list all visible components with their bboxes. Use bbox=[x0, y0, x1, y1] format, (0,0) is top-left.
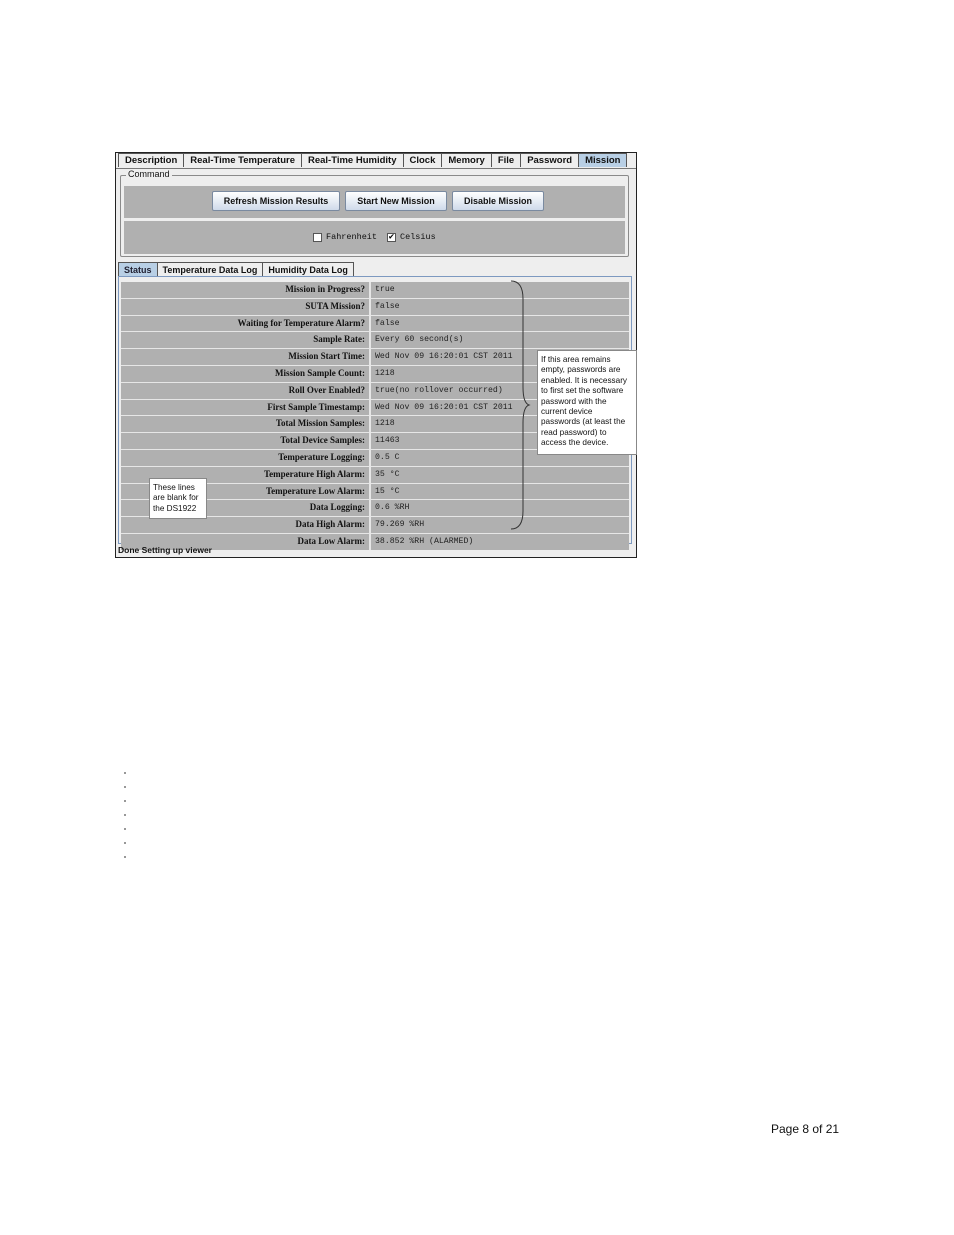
main-tab-bar: Description Real-Time Temperature Real-Tim… bbox=[118, 153, 628, 168]
status-row-value: Every 60 second(s) bbox=[371, 332, 629, 349]
tab-mission[interactable]: Mission bbox=[578, 153, 628, 167]
tab-password[interactable]: Password bbox=[520, 153, 580, 167]
status-row-label: Temperature Logging: bbox=[121, 449, 371, 466]
unit-panel: Fahrenheit ✔ Celsius bbox=[124, 221, 625, 254]
status-row: Sample Rate: Every 60 second(s) bbox=[121, 331, 629, 349]
fahrenheit-checkbox-box[interactable] bbox=[313, 233, 322, 242]
status-row-label: SUTA Mission? bbox=[121, 298, 371, 315]
tab-file[interactable]: File bbox=[490, 153, 522, 167]
tab-real-time-temperature[interactable]: Real-Time Temperature bbox=[183, 153, 302, 167]
status-row-label: Mission Start Time: bbox=[121, 349, 371, 365]
status-tab-bar: Status Temperature Data Log Humidity Data … bbox=[118, 262, 354, 276]
tab-divider bbox=[116, 168, 636, 169]
bullet-item bbox=[124, 850, 128, 864]
start-new-mission-button[interactable]: Start New Mission bbox=[345, 191, 447, 211]
status-row-label: First Sample Timestamp: bbox=[121, 399, 371, 416]
celsius-label: Celsius bbox=[400, 232, 436, 242]
status-row: SUTA Mission? false bbox=[121, 297, 629, 315]
refresh-mission-results-button[interactable]: Refresh Mission Results bbox=[212, 191, 340, 211]
status-row-value: 38.852 %RH (ALARMED) bbox=[371, 533, 629, 550]
status-row-label: Mission Sample Count: bbox=[121, 365, 371, 382]
command-group: Command Refresh Mission Results Start Ne… bbox=[120, 169, 629, 257]
fahrenheit-label: Fahrenheit bbox=[326, 232, 378, 242]
status-row-value: 35 °C bbox=[371, 466, 629, 483]
right-curly-brace bbox=[510, 280, 531, 530]
status-row-label: Total Device Samples: bbox=[121, 433, 371, 449]
bullet-item bbox=[124, 766, 128, 780]
subtab-status[interactable]: Status bbox=[118, 262, 158, 276]
fahrenheit-checkbox[interactable]: Fahrenheit bbox=[313, 232, 377, 243]
bullet-item bbox=[124, 794, 128, 808]
disable-mission-button[interactable]: Disable Mission bbox=[452, 191, 544, 211]
status-row-label: Roll Over Enabled? bbox=[121, 382, 371, 399]
status-row-value: false bbox=[371, 315, 629, 332]
status-bar-text: Done Setting up viewer bbox=[118, 545, 212, 555]
status-row: Waiting for Temperature Alarm? false bbox=[121, 314, 629, 332]
tab-description[interactable]: Description bbox=[118, 153, 185, 167]
bullet-item bbox=[124, 822, 128, 836]
status-row-value: 15 °C bbox=[371, 483, 629, 500]
command-legend: Command bbox=[126, 169, 172, 180]
password-callout: If this area remains empty, passwords ar… bbox=[537, 350, 637, 455]
status-row-label: Total Mission Samples: bbox=[121, 416, 371, 433]
status-row-label: Sample Rate: bbox=[121, 332, 371, 349]
status-row-value: false bbox=[371, 298, 629, 315]
status-row: Mission in Progress? true bbox=[121, 282, 629, 298]
page-number: Page 8 of 21 bbox=[771, 1122, 840, 1136]
bullet-item bbox=[124, 780, 128, 794]
status-row-label: Waiting for Temperature Alarm? bbox=[121, 315, 371, 332]
tab-memory[interactable]: Memory bbox=[441, 153, 492, 167]
bullet-item bbox=[124, 836, 128, 850]
status-row-value: 79.269 %RH bbox=[371, 517, 629, 533]
subtab-humidity-data-log[interactable]: Humidity Data Log bbox=[262, 262, 354, 276]
tab-real-time-humidity[interactable]: Real-Time Humidity bbox=[300, 153, 404, 167]
celsius-checkbox-box[interactable]: ✔ bbox=[387, 233, 396, 242]
status-row-value: true bbox=[371, 282, 629, 298]
ds1922-callout: These lines are blank for the DS1922 bbox=[149, 478, 207, 519]
bullet-item bbox=[124, 808, 128, 822]
status-row-label: Data High Alarm: bbox=[121, 517, 371, 533]
status-row-label: Mission in Progress? bbox=[121, 282, 371, 298]
status-row-value: 0.6 %RH bbox=[371, 500, 629, 517]
tab-clock[interactable]: Clock bbox=[402, 153, 443, 167]
subtab-temperature-data-log[interactable]: Temperature Data Log bbox=[156, 262, 264, 276]
command-button-panel: Refresh Mission Results Start New Missio… bbox=[124, 186, 625, 218]
empty-bullet-list bbox=[124, 766, 128, 864]
celsius-checkbox[interactable]: ✔ Celsius bbox=[387, 232, 436, 243]
